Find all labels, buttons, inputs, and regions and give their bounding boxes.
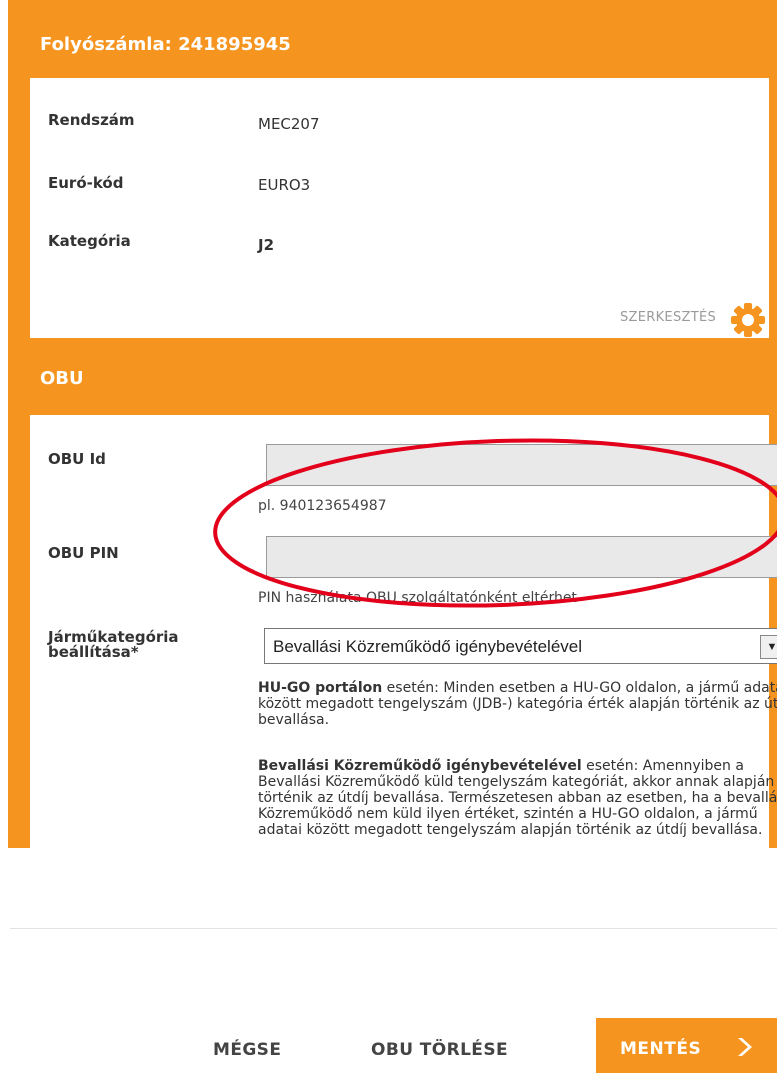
obu-id-hint: pl. 940123654987 xyxy=(258,498,387,514)
save-button[interactable]: MENTÉS xyxy=(596,1018,777,1073)
edit-link[interactable]: SZERKESZTÉS xyxy=(620,310,716,325)
account-panel xyxy=(30,78,769,338)
divider xyxy=(10,928,777,929)
chevron-right-icon xyxy=(738,1038,752,1056)
hugo-term: HU-GO portálon xyxy=(258,680,383,696)
vehicle-category-label: Járműkategória beállítása* xyxy=(48,628,179,661)
obu-title: OBU xyxy=(40,368,84,389)
category-value: J2 xyxy=(258,236,275,254)
triangle-down-icon[interactable]: ▼ xyxy=(760,635,777,659)
obu-pin-label: OBU PIN xyxy=(48,544,119,562)
obu-pin-hint: PIN használata OBU szolgáltatónként elté… xyxy=(258,590,577,606)
category-label: Kategória xyxy=(48,232,131,250)
obu-id-input[interactable] xyxy=(266,444,777,486)
obu-id-label: OBU Id xyxy=(48,450,106,468)
gear-icon[interactable] xyxy=(728,300,768,340)
declarant-term: Bevallási Közreműködő igénybevételével xyxy=(258,758,582,774)
delete-obu-button[interactable]: OBU TÖRLÉSE xyxy=(371,1040,508,1060)
select-value: Bevallási Közreműködő igénybevételével xyxy=(273,637,583,656)
plate-value: MEC207 xyxy=(258,115,320,133)
euro-code-label: Euró-kód xyxy=(48,174,124,192)
vehicle-category-select[interactable]: Bevallási Közreműködő igénybevételével ▼ xyxy=(264,628,777,664)
account-title: Folyószámla: 241895945 xyxy=(40,34,291,55)
save-label: MENTÉS xyxy=(620,1039,702,1059)
obu-pin-input[interactable] xyxy=(266,536,777,578)
plate-label: Rendszám xyxy=(48,111,135,129)
euro-code-value: EURO3 xyxy=(258,176,311,194)
declarant-explanation: Bevallási Közreműködő igénybevételével e… xyxy=(258,758,777,838)
hugo-explanation: HU-GO portálon esetén: Minden esetben a … xyxy=(258,680,777,728)
cancel-button[interactable]: MÉGSE xyxy=(213,1040,281,1060)
